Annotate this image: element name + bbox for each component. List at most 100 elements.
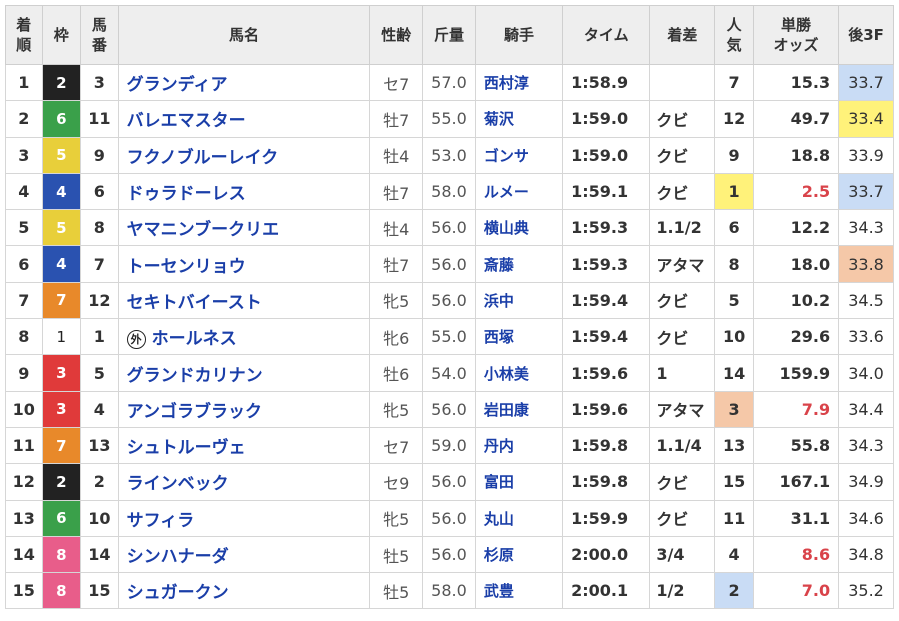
odds-cell: 18.8 bbox=[752, 136, 840, 174]
horse-name-link[interactable]: シュトルーヴェ bbox=[117, 426, 371, 465]
horse-name-link[interactable]: トーセンリョウ bbox=[117, 245, 371, 283]
horse-name-link[interactable]: グランディア bbox=[117, 63, 371, 102]
margin-cell: 1.1/2 bbox=[649, 209, 716, 247]
horse-name-link[interactable]: ラインベック bbox=[117, 463, 371, 501]
kinryo-cell: 56.0 bbox=[422, 463, 476, 501]
horse-name-link[interactable]: サフィラ bbox=[117, 499, 371, 537]
margin-cell: 1.1/4 bbox=[649, 426, 716, 465]
margin-cell: クビ bbox=[649, 172, 716, 211]
horse-name-text: ヤマニンブークリエ bbox=[126, 220, 280, 241]
last3f-cell: 33.4 bbox=[838, 100, 894, 138]
jockey-link[interactable]: 小林美 bbox=[474, 354, 564, 392]
table-row: 9 3 5 グランドカリナン 牡6 54.0 小林美 1:59.6 1 14 159.9 34.0 bbox=[5, 354, 894, 392]
horse-number-cell: 10 bbox=[80, 499, 119, 537]
horse-number-cell: 2 bbox=[80, 463, 119, 501]
header-rank[interactable]: 着順 bbox=[5, 5, 43, 65]
time-cell: 1:59.0 bbox=[562, 100, 651, 138]
horse-name-link[interactable]: シンハナーダ bbox=[117, 535, 371, 574]
table-row: 10 3 4 アンゴラブラック 牝5 56.0 岩田康 1:59.6 アタマ 3 7.9 34.4 bbox=[5, 390, 894, 428]
jockey-link[interactable]: 横山典 bbox=[474, 209, 564, 247]
horse-name-link[interactable]: アンゴラブラック bbox=[117, 390, 371, 428]
waku-badge: 2 bbox=[41, 463, 82, 501]
jockey-link[interactable]: 武豊 bbox=[474, 572, 564, 610]
odds-cell: 7.0 bbox=[752, 572, 840, 610]
odds-cell: 8.6 bbox=[752, 535, 840, 574]
sex-age-cell: 牝5 bbox=[369, 499, 424, 537]
odds-cell: 49.7 bbox=[752, 100, 840, 138]
margin-cell: クビ bbox=[649, 281, 716, 320]
rank-cell: 6 bbox=[5, 245, 43, 283]
horse-name-link[interactable]: シュガークン bbox=[117, 572, 371, 610]
jockey-link[interactable]: 浜中 bbox=[474, 281, 564, 320]
rank-cell: 14 bbox=[5, 535, 43, 574]
header-uma-line1: 馬 bbox=[91, 16, 107, 34]
kinryo-cell: 55.0 bbox=[422, 318, 476, 356]
last3f-cell: 34.3 bbox=[838, 209, 894, 247]
header-name[interactable]: 馬名 bbox=[117, 5, 371, 65]
rank-cell: 4 bbox=[5, 172, 43, 211]
rank-cell: 15 bbox=[5, 572, 43, 610]
header-odds[interactable]: 単勝 オッズ bbox=[752, 5, 840, 65]
popularity-cell: 10 bbox=[714, 318, 754, 356]
kinryo-cell: 56.0 bbox=[422, 499, 476, 537]
last3f-cell: 34.5 bbox=[838, 281, 894, 320]
jockey-link[interactable]: 岩田康 bbox=[474, 390, 564, 428]
margin-cell: クビ bbox=[649, 136, 716, 174]
horse-name-link[interactable]: グランドカリナン bbox=[117, 354, 371, 392]
time-cell: 1:59.6 bbox=[562, 390, 651, 428]
horse-name-link[interactable]: バレエマスター bbox=[117, 100, 371, 138]
horse-number-cell: 6 bbox=[80, 172, 119, 211]
margin-cell: クビ bbox=[649, 318, 716, 356]
jockey-link[interactable]: 富田 bbox=[474, 463, 564, 501]
table-row: 14 8 14 シンハナーダ 牡5 56.0 杉原 2:00.0 3/4 4 8.6 34.8 bbox=[5, 535, 894, 574]
kinryo-cell: 58.0 bbox=[422, 172, 476, 211]
horse-name-link[interactable]: ドゥラドーレス bbox=[117, 172, 371, 211]
horse-name-text: グランドカリナン bbox=[126, 365, 263, 386]
sex-age-cell: セ7 bbox=[369, 63, 424, 102]
margin-cell: クビ bbox=[649, 100, 716, 138]
horse-name-link[interactable]: フクノブルーレイク bbox=[117, 136, 371, 174]
header-waku[interactable]: 枠 bbox=[41, 5, 82, 65]
header-sex-age[interactable]: 性齢 bbox=[369, 5, 424, 65]
sex-age-cell: セ9 bbox=[369, 463, 424, 501]
foreign-horse-icon: 外 bbox=[126, 329, 146, 349]
horse-number-cell: 3 bbox=[80, 63, 119, 102]
jockey-link[interactable]: 菊沢 bbox=[474, 100, 564, 138]
jockey-link[interactable]: 西塚 bbox=[474, 318, 564, 356]
last3f-cell: 34.4 bbox=[838, 390, 894, 428]
waku-badge: 7 bbox=[41, 426, 82, 465]
time-cell: 1:59.6 bbox=[562, 354, 651, 392]
waku-badge: 4 bbox=[41, 172, 82, 211]
header-margin[interactable]: 着差 bbox=[649, 5, 716, 65]
header-odds-line1: 単勝 bbox=[780, 16, 811, 34]
kinryo-cell: 59.0 bbox=[422, 426, 476, 465]
horse-number-cell: 5 bbox=[80, 354, 119, 392]
rank-cell: 10 bbox=[5, 390, 43, 428]
header-jockey[interactable]: 騎手 bbox=[474, 5, 564, 65]
jockey-link[interactable]: 丸山 bbox=[474, 499, 564, 537]
time-cell: 2:00.0 bbox=[562, 535, 651, 574]
horse-name-text: シンハナーダ bbox=[126, 547, 229, 567]
horse-name-text: ホールネス bbox=[151, 329, 237, 350]
header-kinryo[interactable]: 斤量 bbox=[422, 5, 476, 65]
sex-age-cell: 牝5 bbox=[369, 390, 424, 428]
jockey-link[interactable]: 斎藤 bbox=[474, 245, 564, 283]
header-popularity[interactable]: 人気 bbox=[714, 5, 754, 65]
sex-age-cell: セ7 bbox=[369, 426, 424, 465]
horse-name-link[interactable]: 外ホールネス bbox=[117, 318, 371, 356]
header-uma[interactable]: 馬番 bbox=[80, 5, 119, 65]
odds-cell: 167.1 bbox=[752, 463, 840, 501]
horse-name-link[interactable]: ヤマニンブークリエ bbox=[117, 209, 371, 247]
horse-name-link[interactable]: セキトバイースト bbox=[117, 281, 371, 320]
horse-name-text: バレエマスター bbox=[126, 111, 246, 132]
jockey-link[interactable]: 杉原 bbox=[474, 535, 564, 574]
jockey-link[interactable]: ゴンサ bbox=[474, 136, 564, 174]
sex-age-cell: 牡5 bbox=[369, 535, 424, 574]
rank-cell: 9 bbox=[5, 354, 43, 392]
header-last3f[interactable]: 後3F bbox=[838, 5, 894, 65]
jockey-link[interactable]: ルメー bbox=[474, 172, 564, 211]
jockey-link[interactable]: 西村淳 bbox=[474, 63, 564, 102]
header-time[interactable]: タイム bbox=[562, 5, 651, 65]
header-row: 着順 枠 馬番 馬名 性齢 斤量 騎手 タイム 着差 人気 単勝 オッズ 後3F bbox=[5, 5, 894, 65]
jockey-link[interactable]: 丹内 bbox=[474, 426, 564, 465]
